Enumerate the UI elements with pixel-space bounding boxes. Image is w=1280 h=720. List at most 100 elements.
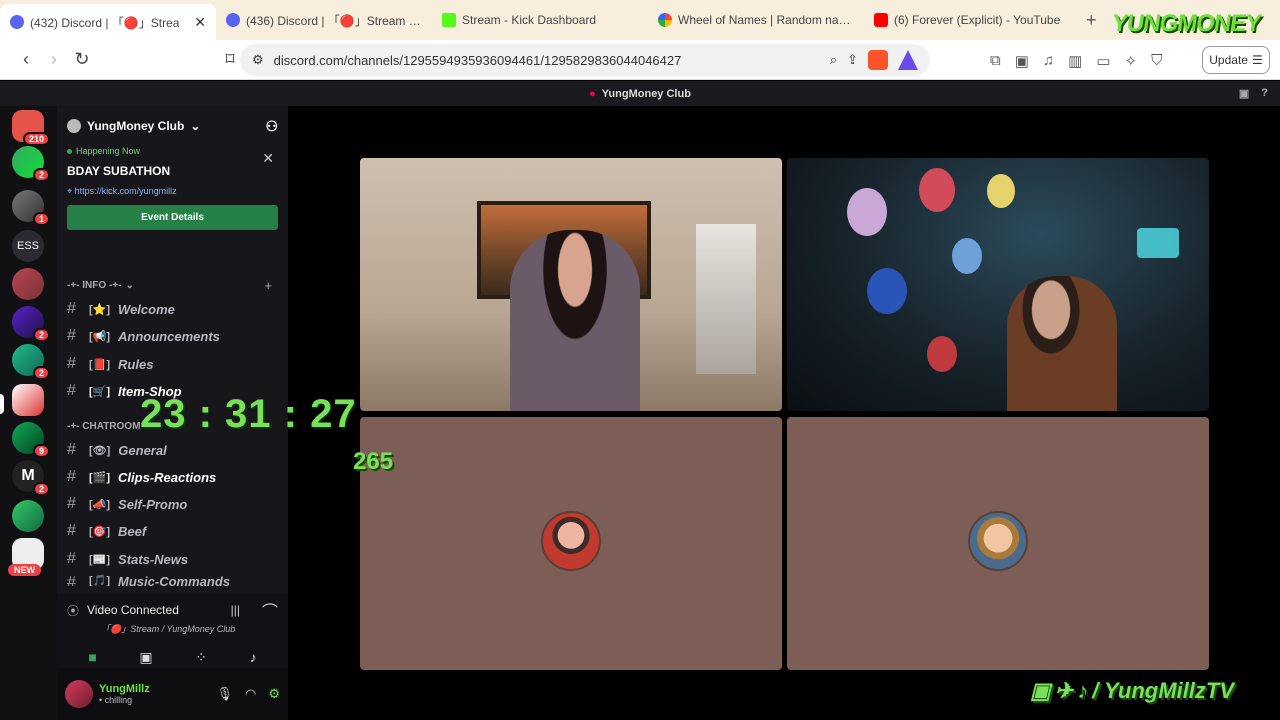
server-avatar-icon: [67, 119, 81, 133]
wheel-icon: [658, 13, 672, 27]
channel-clips-reactions[interactable]: # [🎬] Clips-Reactions: [67, 466, 282, 488]
screenshot-icon[interactable]: ▣: [1015, 52, 1029, 70]
avatar: [968, 511, 1028, 571]
soundboard-icon[interactable]: ♪: [250, 649, 257, 666]
stream-icon: ●: [589, 87, 596, 100]
server-icon[interactable]: 2: [12, 146, 50, 182]
server-icon[interactable]: 2: [12, 306, 50, 342]
invite-icon[interactable]: ⚇: [265, 118, 278, 135]
tab-label: (6) Forever (Explicit) - YouTube: [894, 13, 1061, 27]
server-icon[interactable]: [12, 268, 44, 300]
server-icon[interactable]: 2: [12, 344, 50, 380]
category-chatroom[interactable]: -+- CHATROOM: [67, 421, 140, 432]
twitter-icon: ✈: [1054, 678, 1074, 703]
hash-icon: #: [67, 441, 76, 458]
brave-rewards-icon[interactable]: [898, 50, 918, 70]
zoom-icon[interactable]: ⌕: [830, 52, 837, 68]
brave-shields-icon[interactable]: [868, 50, 888, 70]
video-tile[interactable]: [787, 158, 1209, 411]
activities-icon[interactable]: ⁘: [195, 649, 207, 666]
video-grid: [288, 106, 1280, 720]
voice-channel: 「🔴」Stream / YungMoney Club: [101, 624, 236, 634]
server-header[interactable]: YungMoney Club ⌄ ⚇: [57, 114, 288, 138]
new-tab-button[interactable]: +: [1086, 10, 1097, 31]
close-icon[interactable]: ✕: [262, 150, 274, 167]
channel-emoji: [🛒]: [89, 385, 111, 398]
update-button[interactable]: Update ☰: [1202, 46, 1270, 74]
share-icon[interactable]: ⇪: [847, 52, 858, 68]
server-icon[interactable]: 1: [12, 190, 50, 226]
channel-general[interactable]: # [👁] General: [67, 439, 282, 461]
sub-counter: 265: [353, 448, 394, 475]
site-info-icon[interactable]: ⚙: [252, 52, 264, 68]
event-title: BDAY SUBATHON: [67, 164, 171, 178]
browser-tab[interactable]: (432) Discord | 「🔴」Strea ✕: [0, 4, 216, 40]
url-bar[interactable]: ⚙ discord.com/channels/12955949359360944…: [240, 44, 930, 76]
mic-icon[interactable]: 🎙: [216, 686, 233, 702]
channel-announcements[interactable]: # [📢] Announcements: [67, 325, 282, 347]
video-tile[interactable]: [360, 417, 782, 670]
sidebar-icon[interactable]: ▥: [1068, 52, 1082, 70]
subathon-timer: 23 : 31 : 27: [140, 392, 357, 436]
channel-beef[interactable]: # [🎯] Beef: [67, 520, 282, 542]
reload-icon[interactable]: ↻: [68, 49, 96, 70]
location-icon: ⌖: [67, 186, 73, 196]
server-icon[interactable]: 9: [12, 422, 50, 458]
browser-tab[interactable]: (6) Forever (Explicit) - YouTube: [864, 0, 1080, 40]
event-link[interactable]: ⌖ https://kick.com/yungmillz: [67, 186, 278, 197]
video-tile[interactable]: [360, 158, 782, 411]
avatar[interactable]: [65, 680, 93, 708]
category-label: -+- CHATROOM: [67, 421, 141, 432]
browser-tab[interactable]: Stream - Kick Dashboard: [432, 0, 648, 40]
channel-emoji: [📣]: [89, 498, 111, 511]
balloon: [867, 268, 907, 314]
tab-label: (436) Discord | 「🔴」Stream | Yun: [246, 13, 422, 28]
category-info[interactable]: -+- INFO -+- ⌄: [67, 280, 134, 291]
noise-suppression-icon[interactable]: |||: [231, 603, 240, 617]
headphones-icon[interactable]: ◠: [245, 686, 256, 702]
server-name: YungMoney Club: [87, 119, 185, 133]
event-details-button[interactable]: Event Details: [67, 205, 278, 230]
username[interactable]: YungMillz: [99, 683, 150, 695]
back-icon[interactable]: ‹: [12, 49, 40, 70]
server-icon[interactable]: ESS: [12, 230, 44, 262]
forward-icon[interactable]: ›: [40, 49, 68, 70]
server-icon[interactable]: [12, 500, 44, 532]
channel-rules[interactable]: # [📕] Rules: [67, 353, 282, 375]
tiktok-icon: ♪: [1077, 678, 1089, 703]
channel-welcome[interactable]: # [⭐] Welcome: [67, 298, 282, 320]
inbox-icon[interactable]: ▣: [1239, 87, 1249, 100]
add-channel-icon[interactable]: +: [264, 278, 272, 293]
server-label: ESS: [16, 240, 39, 252]
music-icon[interactable]: ♫: [1043, 52, 1054, 70]
browser-tab[interactable]: (436) Discord | 「🔴」Stream | Yun: [216, 0, 432, 40]
channel-emoji: [🎬]: [89, 471, 111, 484]
gear-icon[interactable]: ⚙: [268, 686, 280, 702]
channel-music-commands[interactable]: # [🎵] Music-Commands: [67, 574, 282, 586]
server-icon[interactable]: M 2: [12, 460, 50, 496]
hash-icon: #: [67, 355, 76, 372]
active-server-pill: [0, 394, 4, 414]
vpn-icon[interactable]: ⛉: [1151, 52, 1162, 70]
help-icon[interactable]: ?: [1261, 87, 1268, 100]
kick-icon: [442, 13, 456, 27]
youtube-icon: [874, 13, 888, 27]
wallet-icon[interactable]: ▭: [1096, 52, 1110, 70]
channel-self-promo[interactable]: # [📣] Self-Promo: [67, 493, 282, 515]
overlay-logo: YUNGMONEY: [1109, 10, 1262, 37]
leo-icon[interactable]: ✧: [1125, 52, 1138, 70]
camera-icon[interactable]: ■: [88, 649, 96, 666]
server-icon[interactable]: [12, 384, 44, 416]
voice-status[interactable]: Video Connected: [87, 603, 179, 617]
channel-stats-news[interactable]: # [📰] Stats-News: [67, 548, 282, 570]
disconnect-icon[interactable]: ⌒: [262, 598, 278, 622]
social-handles: ▣ ✈ ♪ / YungMillzTV: [1030, 678, 1234, 704]
close-tab-icon[interactable]: ✕: [194, 14, 206, 31]
unread-badge: 9: [32, 444, 50, 458]
browser-tab[interactable]: Wheel of Names | Random name: [648, 0, 864, 40]
hash-icon: #: [67, 522, 76, 539]
extensions-icon[interactable]: ⧉: [990, 52, 1001, 70]
screen-share-icon[interactable]: ▣: [139, 649, 152, 666]
video-tile[interactable]: [787, 417, 1209, 670]
server-icon[interactable]: 210: [12, 110, 50, 146]
